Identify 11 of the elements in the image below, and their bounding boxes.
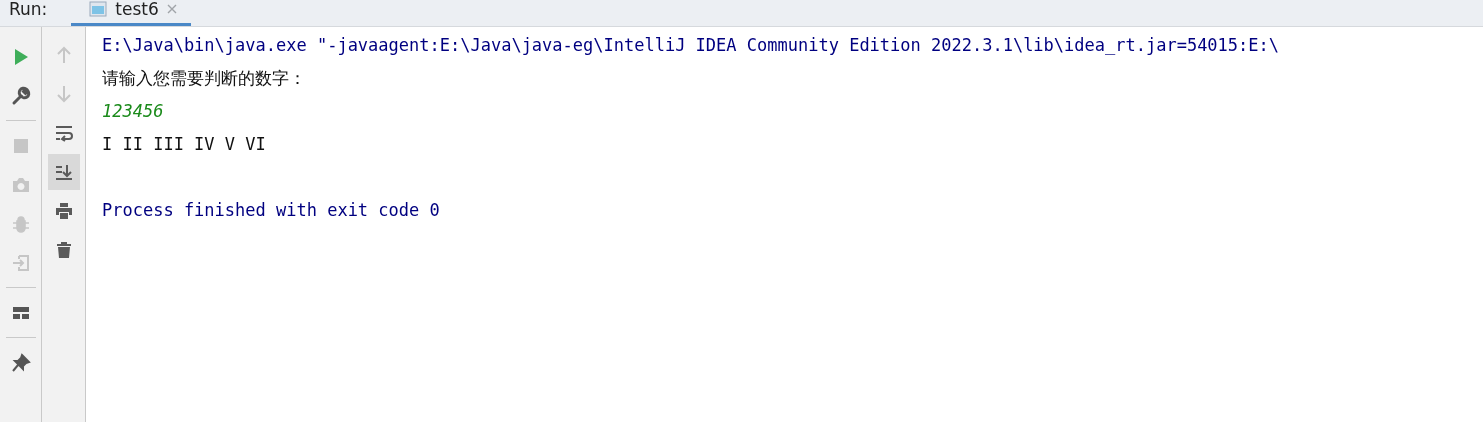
console-line: Process finished with exit code 0 xyxy=(102,200,440,220)
close-icon[interactable] xyxy=(166,4,177,14)
scroll-to-end-icon[interactable] xyxy=(47,154,80,190)
console-line: I II III IV V VI xyxy=(102,134,266,154)
console-line: 123456 xyxy=(102,101,164,121)
tool-window-title: Run: xyxy=(8,0,49,21)
window-icon xyxy=(89,1,108,17)
pin-icon[interactable] xyxy=(10,352,31,373)
console-line: E:\Java\bin\java.exe "-javaagent:E:\Java\java-eg\IntelliJ IDEA Community Edition 2022.3.1\lib\idea_rt.jar=54015:E:\ xyxy=(102,35,1279,55)
run-tab[interactable]: test6 xyxy=(71,0,191,26)
console-line: 请输入您需要判断的数字： xyxy=(102,68,306,88)
